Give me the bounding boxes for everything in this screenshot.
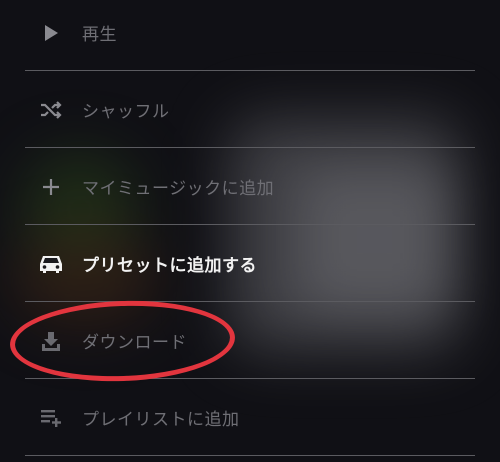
menu-item-add-to-my-music[interactable]: マイミュージックに追加 — [0, 148, 500, 225]
shuffle-icon — [37, 96, 65, 124]
menu-item-add-to-playlist[interactable]: プレイリストに追加 — [0, 379, 500, 456]
play-icon — [37, 19, 65, 47]
menu-item-add-to-presets[interactable]: プリセットに追加する — [0, 225, 500, 302]
menu-item-label: プレイリストに追加 — [82, 410, 240, 430]
context-menu: 再生 シャッフル マイミュージックに追加 プリセットに追加する ダウンロード プ… — [0, 0, 500, 462]
car-icon — [37, 250, 65, 278]
menu-item-label: シャッフル — [82, 102, 170, 122]
playlist-add-icon — [37, 404, 65, 432]
menu-item-play[interactable]: 再生 — [0, 0, 500, 71]
menu-divider — [25, 455, 475, 456]
menu-item-label: 再生 — [82, 25, 117, 45]
menu-item-shuffle[interactable]: シャッフル — [0, 71, 500, 148]
menu-item-label: マイミュージックに追加 — [82, 179, 275, 199]
menu-item-label: プリセットに追加する — [82, 256, 257, 276]
plus-icon — [37, 173, 65, 201]
